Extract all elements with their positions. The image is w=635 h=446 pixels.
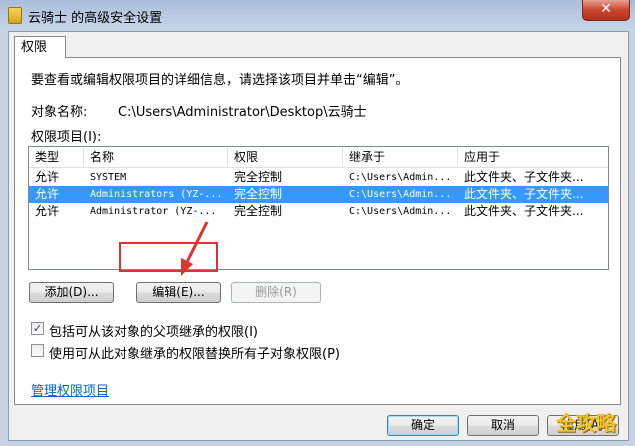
row-applies-to: 此文件夹、子文件夹... [464,170,584,184]
manage-permissions-link[interactable]: 管理权限项目 [31,380,109,399]
row-name: SYSTEM [90,172,127,183]
tab-permissions[interactable]: 权限 [14,36,66,58]
row-applies-to: 此文件夹、子文件夹... [464,187,584,201]
window-title: 云骑士 的高级安全设置 [28,11,163,26]
folder-icon [8,7,22,24]
row-type: 允许 [35,187,60,201]
row-inherited-from: C:\Users\Admin... [349,206,452,217]
column-header-permission[interactable]: 权限 [228,147,343,167]
object-name-label: 对象名称: [31,105,88,120]
replace-child-permissions-label: 使用可从此对象继承的权限替换所有子对象权限(P) [49,347,340,362]
dialog-body: 权限 要查看或编辑权限项目的详细信息，请选择该项目并单击“编辑”。 对象名称: … [8,31,629,441]
permissions-panel: 要查看或编辑权限项目的详细信息，请选择该项目并单击“编辑”。 对象名称: C:\… [14,57,621,405]
column-header-name[interactable]: 名称 [84,147,228,167]
table-row[interactable]: 允许 SYSTEM 完全控制 C:\Users\Admin... 此文件夹、子文… [29,169,608,186]
table-row[interactable]: 允许 Administrators (YZ-... 完全控制 C:\Users\… [29,186,608,203]
add-button[interactable]: 添加(D)... [29,282,114,303]
row-type: 允许 [35,204,60,218]
watermark: 全攻略 [556,411,616,435]
intro-text: 要查看或编辑权限项目的详细信息，请选择该项目并单击“编辑”。 [31,73,409,88]
row-inherited-from: C:\Users\Admin... [349,189,452,200]
column-header-applies-to[interactable]: 应用于 [458,147,608,167]
row-name: Administrator (YZ-... [90,206,217,217]
row-permission: 完全控制 [234,170,283,184]
cancel-button[interactable]: 取消 [467,415,539,436]
edit-button-annotation-box [119,242,218,272]
row-permission: 完全控制 [234,187,283,201]
close-button[interactable]: ✕ [582,0,630,21]
column-header-inherited-from[interactable]: 继承于 [343,147,458,167]
row-applies-to: 此文件夹、子文件夹... [464,204,584,218]
list-header: 类型 名称 权限 继承于 应用于 [29,147,608,168]
row-inherited-from: C:\Users\Admin... [349,172,452,183]
ok-button[interactable]: 确定 [387,415,459,436]
row-permission: 完全控制 [234,204,283,218]
inherit-permissions-label: 包括可从该对象的父项继承的权限(I) [49,325,258,340]
table-row[interactable]: 允许 Administrator (YZ-... 完全控制 C:\Users\A… [29,203,608,220]
row-name: Administrators (YZ-... [90,189,223,200]
replace-child-permissions-checkbox[interactable] [31,344,44,357]
remove-button[interactable]: 删除(R) [231,282,321,303]
inherit-permissions-checkbox[interactable]: ✓ [31,322,44,335]
column-header-type[interactable]: 类型 [29,147,84,167]
permission-entries-label: 权限项目(I): [31,130,102,145]
title-bar[interactable]: 云骑士 的高级安全设置 ✕ [0,0,635,30]
row-type: 允许 [35,170,60,184]
edit-button[interactable]: 编辑(E)... [136,282,221,303]
permission-entries-list[interactable]: 类型 名称 权限 继承于 应用于 允许 SYSTEM 完全控制 C:\Users… [28,146,609,270]
object-name-value: C:\Users\Administrator\Desktop\云骑士 [118,105,367,120]
